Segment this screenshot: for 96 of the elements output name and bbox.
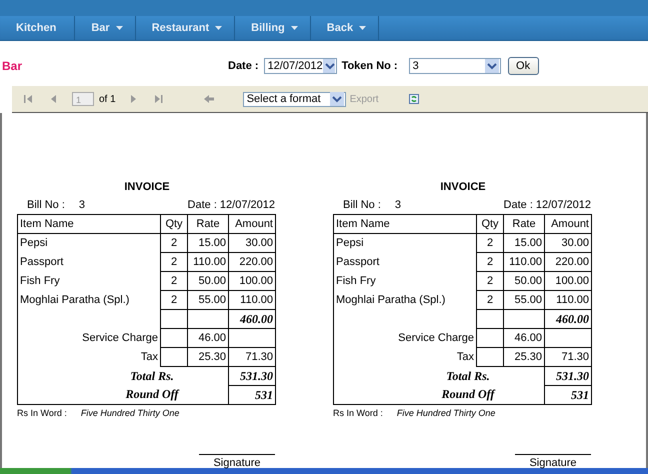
table-cell: 531 — [228, 386, 276, 404]
table-cell: 46.00 — [504, 328, 544, 348]
caret-icon — [359, 26, 366, 30]
previous-page-icon[interactable] — [49, 94, 59, 104]
table-cell: 71.30 — [544, 348, 592, 366]
table-cell: Service Charge — [334, 328, 476, 348]
table-cell: 2 — [160, 272, 188, 290]
ok-button[interactable]: Ok — [508, 57, 539, 75]
table-cell: 30.00 — [544, 234, 592, 252]
caret-icon — [116, 26, 123, 30]
column-header: Item Name — [334, 214, 476, 234]
table-cell: 110.00 — [504, 252, 544, 272]
amount-in-words: Five Hundred Thirty One — [396, 408, 496, 418]
column-header: Rate — [504, 214, 544, 234]
table-cell: Round Off — [18, 386, 228, 404]
column-header: Amount — [544, 214, 592, 234]
date-label: Date : — [228, 60, 259, 72]
invoice-title: INVOICE — [123, 181, 171, 195]
table-cell: 25.30 — [504, 348, 544, 366]
menu-item[interactable]: Back — [310, 16, 380, 40]
words-label: Rs In Word : — [333, 408, 383, 418]
table-cell: Round Off — [334, 386, 544, 404]
table-cell: 30.00 — [228, 234, 276, 252]
token-label: Token No : — [342, 60, 398, 72]
format-dropdown[interactable]: Select a format — [242, 92, 346, 106]
menu-item[interactable]: Restaurant — [136, 16, 236, 40]
back-arrow-icon[interactable] — [204, 94, 214, 104]
page-count: of 1 — [99, 94, 116, 104]
dropdown-arrow-icon[interactable] — [322, 59, 335, 73]
invoice-title: INVOICE — [439, 181, 487, 195]
table-cell: 2 — [476, 290, 504, 310]
amount-in-words: Five Hundred Thirty One — [80, 408, 180, 418]
table-cell: 460.00 — [544, 310, 592, 328]
menu-item[interactable]: Kitchen — [0, 16, 76, 40]
table-cell: Tax — [18, 348, 160, 366]
page-title: Bar — [2, 59, 24, 73]
table-cell: 55.00 — [188, 290, 228, 310]
bill-label: Bill No : — [27, 199, 65, 211]
last-page-icon[interactable] — [152, 94, 163, 104]
table-cell: Service Charge — [18, 328, 160, 348]
table-cell: 531.30 — [544, 366, 592, 386]
table-cell: Moghlai Paratha (Spl.) — [18, 290, 160, 310]
bill-label: Bill No : — [343, 199, 381, 211]
column-header: Amount — [228, 214, 276, 234]
table-cell: 110.00 — [544, 290, 592, 310]
caret-icon — [290, 26, 298, 30]
table-cell: 220.00 — [544, 252, 592, 272]
table-cell: 50.00 — [188, 272, 228, 290]
bill-number: 3 — [394, 199, 402, 211]
table-cell: 110.00 — [228, 290, 276, 310]
table-cell: Passport — [334, 252, 476, 272]
table-cell: 100.00 — [228, 272, 276, 290]
column-header: Rate — [188, 214, 228, 234]
table-cell: Moghlai Paratha (Spl.) — [334, 290, 476, 310]
token-dropdown[interactable]: 3 — [408, 58, 501, 74]
menu-item[interactable]: Billing — [235, 16, 311, 40]
table-cell: 460.00 — [228, 310, 276, 328]
table-cell: Pepsi — [334, 234, 476, 252]
table-cell: 110.00 — [188, 252, 228, 272]
table-cell: 2 — [160, 252, 188, 272]
table-cell: 15.00 — [188, 234, 228, 252]
table-cell: 220.00 — [228, 252, 276, 272]
invoice-date: Date : 12/07/2012 — [188, 199, 275, 211]
first-page-icon[interactable] — [24, 94, 34, 104]
table-cell: Passport — [18, 252, 160, 272]
table-cell: 100.00 — [544, 272, 592, 290]
caret-icon — [215, 26, 222, 30]
table-cell: 25.30 — [188, 348, 228, 366]
bill-number: 3 — [78, 199, 86, 211]
table-cell: 531.30 — [228, 366, 276, 386]
page-number-field[interactable]: 1 — [72, 92, 94, 106]
table-cell: 531 — [544, 386, 592, 404]
column-header: Item Name — [18, 214, 160, 234]
table-cell: 2 — [160, 234, 188, 252]
column-header: Qty — [160, 214, 188, 234]
words-label: Rs In Word : — [17, 408, 67, 418]
table-cell: 71.30 — [228, 348, 276, 366]
table-cell: 46.00 — [188, 328, 228, 348]
table-cell: Fish Fry — [18, 272, 160, 290]
table-cell: 2 — [476, 234, 504, 252]
refresh-icon[interactable] — [408, 94, 419, 104]
invoice-date: Date : 12/07/2012 — [504, 199, 591, 211]
table-cell: 2 — [160, 290, 188, 310]
table-cell: Total Rs. — [18, 366, 228, 386]
table-cell: Total Rs. — [334, 366, 544, 386]
table-cell: 2 — [476, 252, 504, 272]
table-cell: Pepsi — [18, 234, 160, 252]
table-cell: Fish Fry — [334, 272, 476, 290]
table-cell: 15.00 — [504, 234, 544, 252]
menu-item[interactable]: Bar — [75, 16, 136, 40]
table-cell: 55.00 — [504, 290, 544, 310]
table-cell: 50.00 — [504, 272, 544, 290]
date-dropdown[interactable]: 12/07/2012 — [264, 58, 337, 74]
column-header: Qty — [476, 214, 504, 234]
table-cell: 2 — [476, 272, 504, 290]
table-cell: Tax — [334, 348, 476, 366]
